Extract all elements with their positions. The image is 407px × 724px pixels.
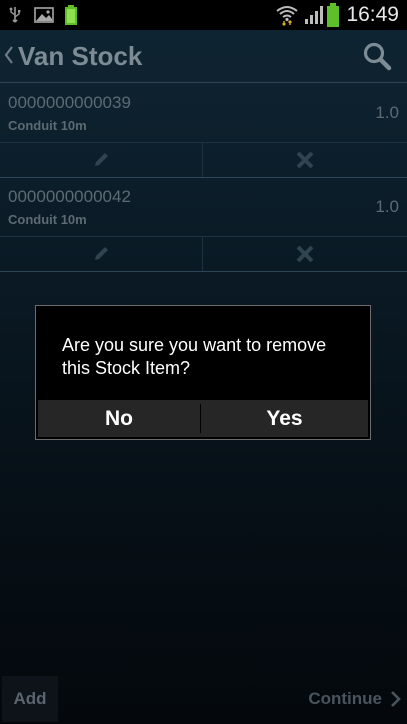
signal-icon xyxy=(305,6,323,24)
battery-charge-notification-icon xyxy=(65,5,77,25)
list-item[interactable]: 0000000000039 Conduit 10m 1.0 xyxy=(0,83,407,178)
chevron-left-icon[interactable] xyxy=(3,44,15,66)
confirm-remove-dialog: Are you sure you want to remove this Sto… xyxy=(35,305,371,440)
gallery-icon xyxy=(34,7,54,23)
item-quantity: 1.0 xyxy=(375,197,399,216)
dialog-message: Are you sure you want to remove this Sto… xyxy=(62,335,327,378)
no-button[interactable]: No xyxy=(38,400,200,437)
page-title: Van Stock xyxy=(18,41,143,71)
pencil-icon xyxy=(95,247,108,260)
item-actions xyxy=(0,142,407,178)
add-button[interactable]: Add xyxy=(2,676,58,722)
item-code: 0000000000042 xyxy=(8,187,131,206)
list-item[interactable]: 0000000000042 Conduit 10m 1.0 xyxy=(0,177,407,272)
action-bar: Van Stock xyxy=(0,30,407,83)
search-icon xyxy=(363,42,392,71)
close-icon xyxy=(296,245,314,263)
wifi-icon xyxy=(276,6,298,26)
continue-label: Continue xyxy=(308,689,382,708)
item-name: Conduit 10m xyxy=(8,212,87,227)
status-bar: 16:49 xyxy=(0,0,407,30)
item-quantity: 1.0 xyxy=(375,103,399,122)
continue-button[interactable]: Continue xyxy=(308,676,401,722)
search-button[interactable] xyxy=(361,40,393,72)
item-code: 0000000000039 xyxy=(8,93,131,112)
usb-icon xyxy=(9,7,21,23)
status-clock: 16:49 xyxy=(346,3,399,26)
chevron-right-icon xyxy=(391,691,401,707)
edit-button[interactable] xyxy=(0,237,203,271)
item-actions xyxy=(0,236,407,272)
delete-button[interactable] xyxy=(203,143,407,177)
close-icon xyxy=(296,151,314,169)
item-name: Conduit 10m xyxy=(8,118,87,133)
edit-button[interactable] xyxy=(0,143,203,177)
battery-icon xyxy=(327,3,339,27)
yes-button[interactable]: Yes xyxy=(201,400,368,437)
van-stock-screen: 16:49 Van Stock 0000000000039 Conduit 10… xyxy=(0,0,407,724)
dialog-button-bar: No Yes xyxy=(38,400,368,437)
delete-button[interactable] xyxy=(203,237,407,271)
pencil-icon xyxy=(95,153,108,166)
